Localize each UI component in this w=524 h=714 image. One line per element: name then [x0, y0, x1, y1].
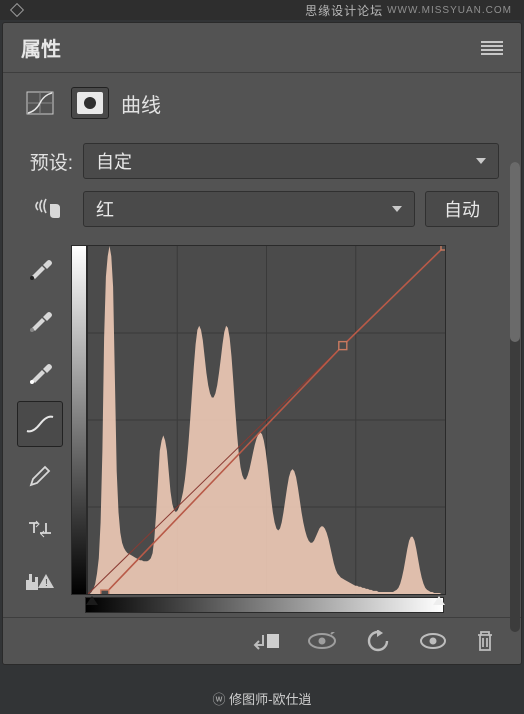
reset-icon[interactable]	[365, 630, 391, 652]
chevron-down-icon	[392, 206, 402, 212]
visibility-icon[interactable]	[419, 632, 447, 650]
svg-text:!: !	[45, 578, 48, 589]
clip-to-layer-icon[interactable]	[251, 631, 279, 651]
scrollbar-thumb[interactable]	[510, 162, 520, 342]
curves-graph[interactable]	[87, 245, 446, 595]
watermark-text: 思缘设计论坛	[305, 2, 383, 19]
preset-label: 预设:	[21, 148, 73, 175]
delete-icon[interactable]	[475, 630, 495, 652]
histogram-warning-icon[interactable]: !	[17, 557, 63, 603]
smooth-tool[interactable]	[17, 505, 63, 551]
channel-dropdown[interactable]: 红	[83, 191, 415, 227]
input-gradient[interactable]	[85, 597, 444, 613]
curve-point-tool[interactable]	[17, 401, 63, 447]
panel-title: 属性	[21, 33, 61, 62]
targeted-adjust-icon[interactable]	[21, 196, 73, 222]
channel-value: 红	[96, 196, 114, 222]
chevron-down-icon	[476, 158, 486, 164]
panel-menu-icon[interactable]	[481, 41, 503, 55]
curves-graph-area[interactable]	[71, 245, 446, 613]
watermark-top: 思缘设计论坛 WWW.MISSYUAN.COM	[305, 2, 512, 19]
close-icon[interactable]	[10, 3, 24, 17]
view-previous-state-icon[interactable]	[307, 632, 337, 650]
black-slider[interactable]	[86, 596, 98, 605]
auto-button[interactable]: 自动	[425, 191, 499, 227]
layer-mask-icon[interactable]	[71, 87, 109, 119]
preset-value: 自定	[96, 148, 132, 174]
black-point-eyedropper[interactable]	[17, 245, 63, 291]
output-gradient	[71, 245, 87, 595]
panel-scrollbar[interactable]	[510, 162, 520, 632]
watermark-url: WWW.MISSYUAN.COM	[387, 5, 512, 16]
white-slider[interactable]	[433, 596, 445, 605]
gray-point-eyedropper[interactable]	[17, 297, 63, 343]
adjustment-type-label: 曲线	[121, 89, 161, 118]
preset-dropdown[interactable]: 自定	[83, 143, 499, 179]
curves-adjustment-icon[interactable]	[21, 87, 59, 119]
pencil-tool[interactable]	[17, 453, 63, 499]
white-point-eyedropper[interactable]	[17, 349, 63, 395]
author-credit: ⓦ 修图师-欧仕逍	[0, 689, 524, 708]
